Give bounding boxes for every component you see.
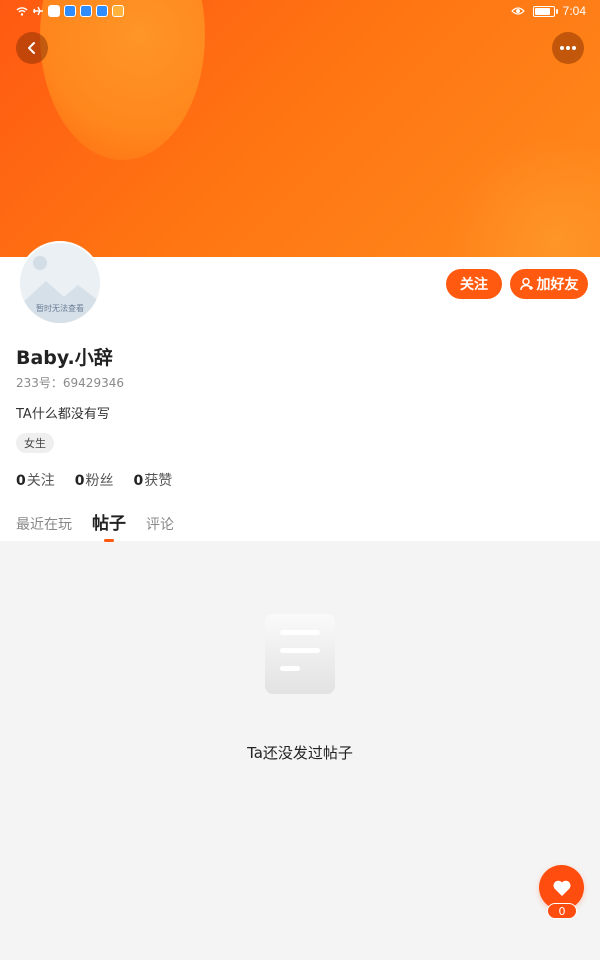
add-friend-button-label: 加好友	[536, 277, 579, 293]
empty-state-text: Ta还没发过帖子	[247, 744, 353, 762]
eye-icon	[510, 7, 525, 15]
stat-label: 关注	[26, 473, 55, 489]
stat-value: 0	[16, 473, 26, 489]
notification-app-icon	[112, 5, 124, 17]
profile-banner	[0, 0, 600, 258]
user-bio: TA什么都没有写	[16, 407, 110, 422]
back-icon	[28, 42, 35, 54]
profile-stats: 0关注 0粉丝 0获赞	[16, 470, 172, 490]
username: Baby.小辞	[16, 347, 113, 369]
notification-app-icon	[80, 5, 92, 17]
tab-posts-label: 帖子	[92, 514, 126, 534]
more-button[interactable]	[552, 32, 584, 64]
tab-comments[interactable]: 评论	[146, 514, 174, 534]
banner-decoration	[40, 0, 205, 160]
battery-icon	[532, 5, 558, 17]
follow-button[interactable]: 关注	[446, 269, 502, 299]
like-count-badge: 0	[547, 903, 577, 919]
add-friend-icon	[519, 277, 533, 291]
document-icon	[265, 614, 335, 694]
stat-following[interactable]: 0关注	[16, 470, 55, 490]
avatar-unavailable-text: 暂时无法查看	[36, 304, 84, 313]
add-friend-button[interactable]: 加好友	[510, 269, 588, 299]
gender-tag: 女生	[16, 433, 54, 453]
status-bar: 7:04	[0, 0, 600, 24]
profile-tabs: 最近在玩 帖子 评论	[16, 509, 174, 542]
follow-button-label: 关注	[460, 277, 488, 293]
airplane-icon	[33, 6, 43, 16]
active-tab-indicator	[104, 539, 114, 542]
notification-app-icon	[64, 5, 76, 17]
stat-value: 0	[133, 473, 144, 489]
more-icon	[560, 46, 576, 50]
notification-app-icon	[48, 5, 60, 17]
tab-recently-played[interactable]: 最近在玩	[16, 514, 72, 534]
stat-label: 获赞	[144, 473, 173, 489]
stat-fans[interactable]: 0粉丝	[75, 470, 114, 490]
stat-likes[interactable]: 0获赞	[134, 470, 173, 490]
profile-card: 暂时无法查看 关注 加好友 Baby.小辞 233号：69429346 TA什么…	[0, 241, 600, 542]
back-button[interactable]	[16, 32, 48, 64]
search-app-icon	[96, 5, 108, 17]
stat-value: 0	[74, 473, 85, 489]
avatar[interactable]: 暂时无法查看	[18, 241, 102, 325]
user-id: 233号：69429346	[16, 376, 124, 390]
tab-posts[interactable]: 帖子	[92, 509, 126, 542]
wifi-icon	[16, 7, 28, 16]
heart-icon	[552, 880, 571, 896]
status-time: 7:04	[562, 4, 586, 18]
stat-label: 粉丝	[85, 473, 114, 489]
banner-decoration	[440, 140, 600, 258]
